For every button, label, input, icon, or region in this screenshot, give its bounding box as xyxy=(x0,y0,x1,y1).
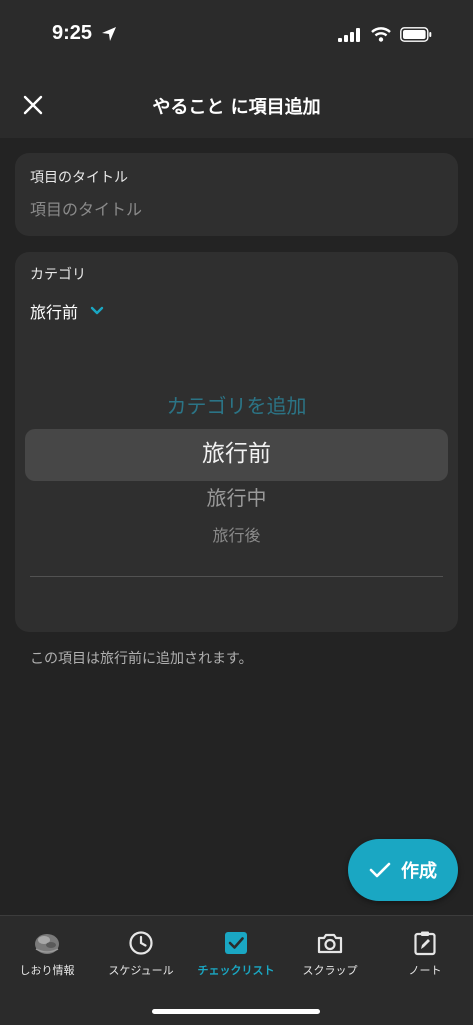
picker-option[interactable]: 旅行後 xyxy=(15,522,458,546)
page-title: やること に項目追加 xyxy=(152,97,321,118)
picker-option-selected[interactable]: 旅行前 xyxy=(15,434,458,468)
cellular-signal-icon xyxy=(338,28,360,42)
category-dropdown[interactable]: 旅行前 xyxy=(30,298,104,324)
home-indicator xyxy=(152,1009,320,1014)
checkmark-icon xyxy=(369,862,391,878)
tab-scrap[interactable]: スクラップ xyxy=(283,916,377,986)
category-selected-value: 旅行前 xyxy=(30,303,79,322)
status-time: 9:25 xyxy=(52,22,93,44)
chevron-down-icon xyxy=(90,306,104,315)
avatar-icon xyxy=(35,934,59,954)
title-field-card: 項目のタイトル xyxy=(15,153,458,236)
picker-option[interactable]: 旅行中 xyxy=(15,482,458,511)
tab-label: チェックリスト xyxy=(197,964,275,977)
category-label: カテゴリ xyxy=(30,267,86,283)
category-picker-wheel[interactable]: カテゴリを追加 旅行前 旅行中 旅行後 xyxy=(15,372,458,582)
tab-schedule[interactable]: スケジュール xyxy=(94,916,188,986)
clock-icon xyxy=(129,931,153,955)
tab-label: スクラップ xyxy=(302,964,358,977)
create-button[interactable]: 作成 xyxy=(348,839,458,901)
tab-notes[interactable]: ノート xyxy=(378,916,472,986)
checkbox-icon xyxy=(225,932,247,954)
picker-option-add-category[interactable]: カテゴリを追加 xyxy=(15,390,458,419)
status-bar: 9:25 xyxy=(0,0,473,70)
wifi-icon xyxy=(371,27,391,42)
divider xyxy=(30,576,443,577)
category-card: カテゴリ 旅行前 カテゴリを追加 旅行前 旅行中 旅行後 xyxy=(15,252,458,632)
tab-checklist[interactable]: チェックリスト xyxy=(189,916,283,986)
create-button-label: 作成 xyxy=(401,861,437,882)
tab-label: スケジュール xyxy=(108,964,174,977)
info-note: この項目は旅行前に追加されます。 xyxy=(30,651,253,667)
clipboard-edit-icon xyxy=(414,931,436,956)
tab-itinerary-info[interactable]: しおり情報 xyxy=(0,916,94,986)
title-field-label: 項目のタイトル xyxy=(30,170,128,186)
tab-bar: しおり情報 スケジュール チェックリスト スクラップ ノート xyxy=(0,915,473,1025)
tab-label: しおり情報 xyxy=(19,964,75,977)
tab-label: ノート xyxy=(408,964,442,977)
location-arrow-icon xyxy=(102,27,116,41)
camera-icon xyxy=(317,933,343,954)
nav-header: やること に項目追加 xyxy=(0,70,473,138)
battery-icon xyxy=(400,27,432,42)
title-input[interactable] xyxy=(30,195,440,223)
